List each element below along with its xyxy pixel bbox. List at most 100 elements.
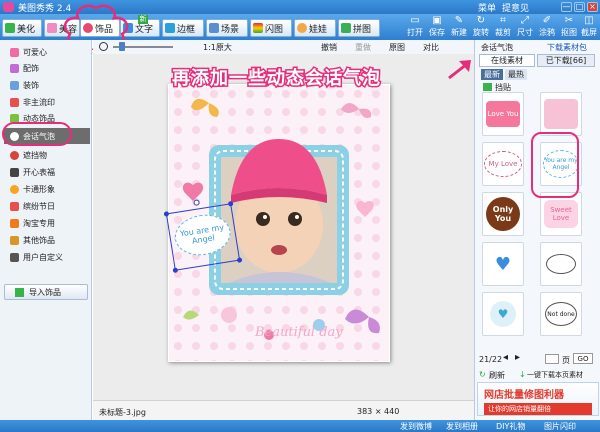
- open-button[interactable]: ▭ 打开: [404, 14, 426, 40]
- sticker-selection-box[interactable]: You are my Angel: [163, 199, 243, 274]
- cutout-button[interactable]: ✂ 抠图: [558, 14, 580, 40]
- sticker-love-you[interactable]: Love You: [482, 92, 524, 136]
- tab-online-stickers[interactable]: 在线素材: [479, 54, 535, 67]
- prev-page-icon[interactable]: ◂: [503, 352, 508, 363]
- next-page-icon[interactable]: ▸: [515, 352, 520, 363]
- sidebar-item-cartoon[interactable]: 卡通形象: [4, 181, 90, 197]
- maximize-button[interactable]: □: [574, 2, 585, 12]
- sticker-sweet-love[interactable]: Sweet Love: [540, 192, 582, 236]
- beauty-icon: [47, 23, 57, 33]
- zoom-icon: [99, 42, 108, 51]
- rotate-button[interactable]: ↻ 旋转: [470, 14, 492, 40]
- close-button[interactable]: ×: [587, 2, 598, 12]
- ad-subline: 让你的网店销量翻倍: [484, 403, 592, 415]
- redo-button[interactable]: 重做: [355, 42, 371, 53]
- new-button[interactable]: ✎ 新建: [448, 14, 470, 40]
- tool-label: 旋转: [473, 28, 489, 37]
- sticker-heart-bubble[interactable]: ♥: [482, 292, 524, 336]
- flash-icon: [253, 23, 263, 33]
- tab-scene[interactable]: 场景: [206, 19, 248, 37]
- crop-button[interactable]: ⌗ 裁剪: [492, 14, 514, 40]
- tab-collage[interactable]: 拼图: [338, 19, 380, 37]
- sticker-text: Only You: [486, 197, 520, 231]
- menu-button[interactable]: 菜单: [478, 1, 496, 14]
- sidebar-item-cover[interactable]: 遮挡物: [4, 147, 90, 163]
- original-button[interactable]: 原图: [389, 42, 405, 53]
- import-accessory-button[interactable]: 导入饰品: [4, 284, 88, 300]
- sidebar-item-cute-heart[interactable]: 可爱心: [4, 44, 90, 60]
- sidebar-item-decoration[interactable]: 装饰: [4, 77, 90, 93]
- save-button[interactable]: ▣ 保存: [426, 14, 448, 40]
- ad-headline: 网店批量修图利器: [484, 390, 564, 401]
- sticker-my-love[interactable]: My Love: [482, 142, 524, 186]
- bottom-share-bar: 发到微博 发到相册 DIY礼物 图片闪印: [0, 420, 600, 432]
- feedback-button[interactable]: 提意见: [502, 1, 529, 14]
- image-dimensions: 383 × 440: [357, 407, 400, 416]
- sticker-panel: 会话气泡 下载素材包 在线素材 已下载[66] 最新 最热 挡贴 Love Yo…: [474, 40, 600, 420]
- share-album-button[interactable]: 发到相册: [446, 421, 478, 432]
- status-bar: 未标题-3.jpg 383 × 440: [93, 400, 474, 420]
- tab-label: 闪图: [265, 24, 284, 35]
- tool-label: 尺寸: [517, 28, 533, 37]
- save-icon: ▣: [432, 15, 442, 26]
- sticker-cloud-bubble[interactable]: [540, 242, 582, 286]
- share-weibo-button[interactable]: 发到微博: [400, 421, 432, 432]
- ad-banner[interactable]: 网店批量修图利器 让你的网店销量翻倍: [477, 382, 599, 416]
- doodle-icon: ✐: [542, 15, 552, 26]
- new-icon: ✎: [454, 15, 464, 26]
- resize-button[interactable]: ⤢ 尺寸: [514, 14, 536, 40]
- sidebar-item-festival[interactable]: 缤纷节日: [4, 198, 90, 214]
- download-page-button[interactable]: 一键下载本页素材: [527, 370, 583, 380]
- minimize-button[interactable]: —: [561, 2, 572, 12]
- resize-handle[interactable]: [163, 211, 170, 217]
- happy-icon: [10, 167, 19, 177]
- sticker-not-done[interactable]: Not done: [540, 292, 582, 336]
- tab-flash[interactable]: 闪图: [250, 19, 292, 37]
- page-input[interactable]: [545, 354, 559, 364]
- tab-downloaded-stickers[interactable]: 已下载[66]: [537, 54, 595, 67]
- sticker-pink-frame[interactable]: [540, 92, 582, 136]
- sticker-blue-heart[interactable]: ♥: [482, 242, 524, 286]
- sticker-highlight: [531, 132, 579, 198]
- doodle-button[interactable]: ✐ 涂鸦: [536, 14, 558, 40]
- sidebar-item-label: 装饰: [23, 80, 39, 90]
- sort-hottest[interactable]: 最热: [505, 69, 527, 80]
- stamp-icon: [10, 97, 19, 107]
- tab-doll[interactable]: 娃娃: [294, 19, 336, 37]
- speech-bubble-sticker[interactable]: You are my Angel: [171, 210, 234, 260]
- sidebar-item-taobao[interactable]: 淘宝专用: [4, 215, 90, 231]
- sidebar-item-happy[interactable]: 开心表福: [4, 164, 90, 180]
- sidebar-item-others[interactable]: 其他饰品: [4, 232, 90, 248]
- tab-label: 美化: [17, 24, 36, 35]
- refresh-icon[interactable]: ↻: [479, 370, 486, 379]
- sidebar-item-label: 用户自定义: [23, 252, 63, 262]
- sidebar-item-accessory[interactable]: 配饰: [4, 60, 90, 76]
- beautify-icon: [5, 23, 15, 33]
- undo-button[interactable]: 撤销: [321, 42, 337, 53]
- compare-button[interactable]: 对比: [423, 42, 439, 53]
- panel-title: 会话气泡: [481, 43, 513, 52]
- tab-border[interactable]: 边框: [162, 19, 204, 37]
- collage-icon: [341, 23, 351, 33]
- sidebar-item-label: 淘宝专用: [23, 218, 55, 228]
- sidebar-item-custom[interactable]: 用户自定义: [4, 249, 90, 265]
- tab-label: 场景: [221, 24, 240, 35]
- tool-label: 打开: [407, 28, 423, 37]
- open-icon: ▭: [410, 15, 420, 26]
- resize-icon: ⤢: [521, 15, 529, 26]
- refresh-button[interactable]: 刷新: [489, 370, 505, 381]
- sidebar-item-label: 可爱心: [23, 47, 47, 57]
- screenshot-button[interactable]: ◫ 截屏: [578, 14, 600, 40]
- sticker-only-you[interactable]: Only You: [482, 192, 524, 236]
- sort-newest[interactable]: 最新: [481, 69, 503, 80]
- zoom-slider-handle[interactable]: [119, 42, 125, 51]
- diy-gift-button[interactable]: DIY礼物: [496, 421, 525, 432]
- go-button[interactable]: GO: [573, 353, 593, 364]
- download-pack-link[interactable]: 下载素材包: [547, 42, 587, 53]
- photo-print-button[interactable]: 图片闪印: [544, 421, 576, 432]
- sidebar-item-label: 遮挡物: [23, 150, 47, 160]
- tab-beautify[interactable]: 美化: [2, 19, 42, 37]
- sidebar-item-stamp[interactable]: 非主流印: [4, 94, 90, 110]
- zoom-level[interactable]: 1:1原大: [203, 42, 232, 53]
- selection-highlight: [2, 122, 72, 146]
